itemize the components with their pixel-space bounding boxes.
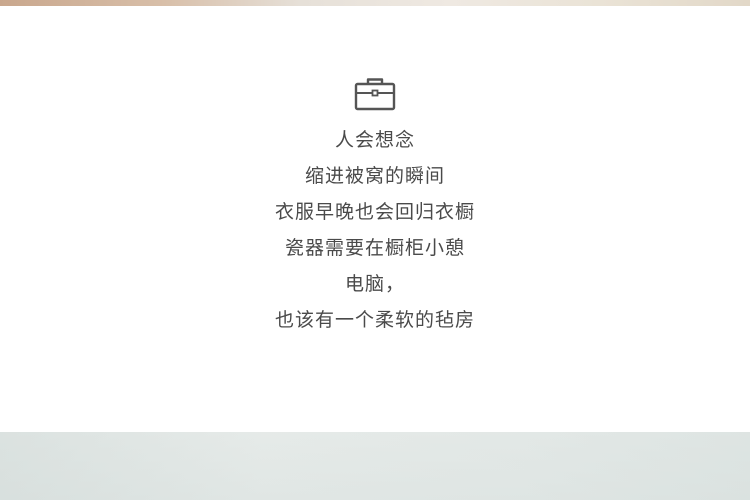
poem: 人会想念 缩进被窝的瞬间 衣服早晚也会回归衣橱 瓷器需要在橱柜小憩 电脑， 也该… xyxy=(0,122,750,338)
bottom-photo xyxy=(0,432,750,500)
poem-line-5: 电脑， xyxy=(344,273,405,295)
poem-line-1: 人会想念 xyxy=(334,129,415,151)
briefcase-icon xyxy=(354,78,396,111)
poem-line-2: 缩进被窝的瞬间 xyxy=(304,165,445,187)
poem-line-4: 瓷器需要在橱柜小憩 xyxy=(284,237,465,259)
poem-line-3: 衣服早晚也会回归衣橱 xyxy=(274,201,475,223)
poem-line-6: 也该有一个柔软的毡房 xyxy=(274,309,475,331)
